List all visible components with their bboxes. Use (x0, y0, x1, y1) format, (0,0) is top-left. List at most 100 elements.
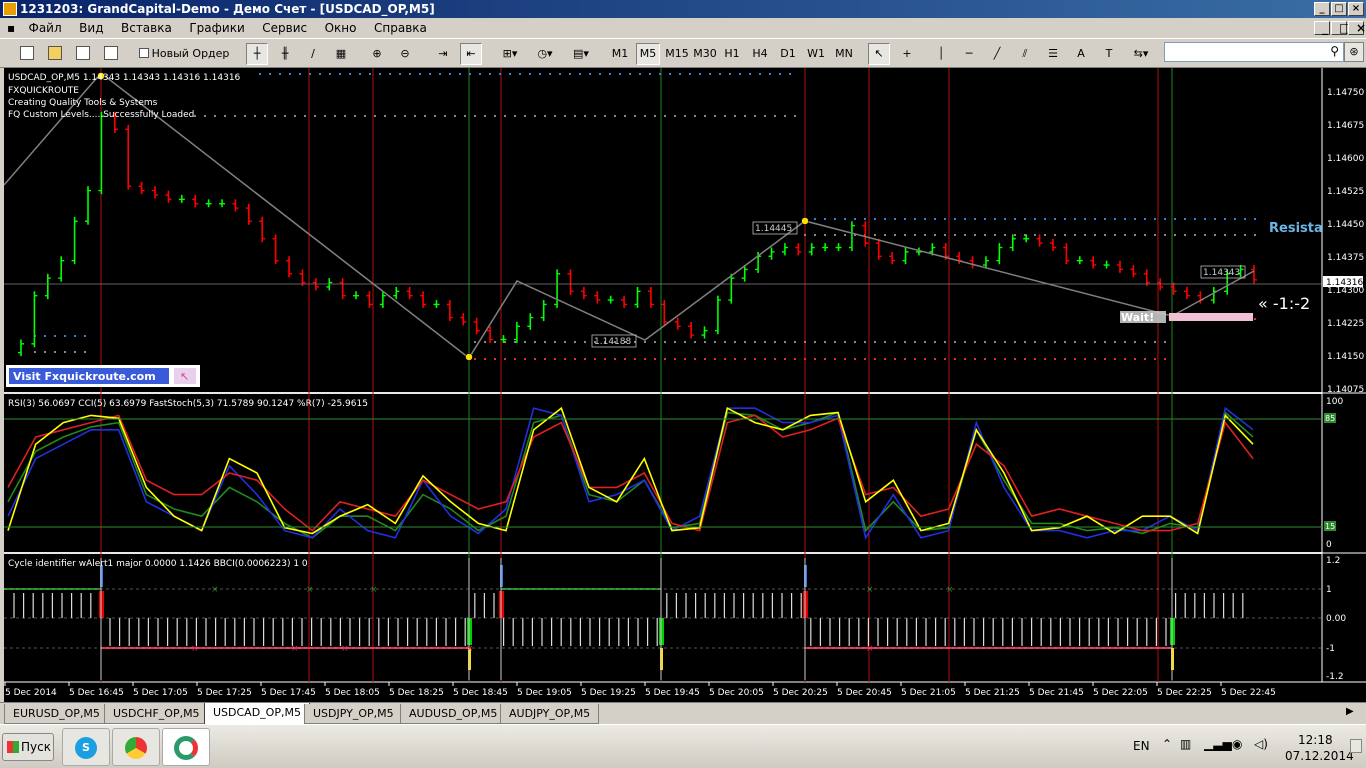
level-dot (914, 218, 916, 220)
skype-taskbar-button[interactable]: S (62, 728, 110, 766)
zoom-out-icon[interactable]: ⊖ (394, 43, 416, 65)
doc-icon[interactable]: ▪ (0, 18, 18, 38)
close-button[interactable]: × (1348, 2, 1364, 16)
signal-icon[interactable]: ▁▃▅ (1204, 737, 1232, 751)
tf-w1[interactable]: W1 (804, 43, 828, 65)
level-dot (579, 73, 581, 75)
clock-date[interactable]: 07.12.2014 (1285, 749, 1354, 763)
visit-fxquickroute-button[interactable]: Visit Fxquickroute.com ↖ (6, 365, 200, 387)
tf-h1[interactable]: H1 (720, 43, 744, 65)
level-dot (504, 115, 506, 117)
menu-help[interactable]: Справка (367, 18, 434, 38)
zoom-in-icon[interactable]: ⊕ (366, 43, 388, 65)
tab-usdchf[interactable]: USDCHF_OP,M5 (104, 704, 209, 724)
level-dot (54, 351, 56, 353)
menu-file[interactable]: Файл (22, 18, 69, 38)
maximize-button[interactable]: □ (1331, 2, 1347, 16)
indicators-icon[interactable]: ⊞▾ (496, 43, 524, 65)
level-dot (84, 335, 86, 337)
level-dot (874, 218, 876, 220)
market-watch-icon[interactable] (72, 43, 94, 65)
start-button[interactable]: Пуск (2, 733, 54, 761)
text-icon[interactable]: A (1070, 43, 1092, 65)
metatrader-taskbar-button[interactable] (162, 728, 210, 766)
bar-chart-icon[interactable]: ┼ (246, 43, 268, 65)
level-dot (1024, 218, 1026, 220)
tray-expand-icon[interactable]: ⌃ (1162, 737, 1172, 751)
horizontal-line-icon[interactable]: ─ (958, 43, 980, 65)
menu-tools[interactable]: Сервис (255, 18, 314, 38)
trendline-icon[interactable]: ╱ (986, 43, 1008, 65)
community-icon[interactable]: ⊛ (1344, 42, 1364, 62)
level-dot (279, 73, 281, 75)
chrome-taskbar-button[interactable] (112, 728, 160, 766)
level-dot (544, 358, 546, 360)
level-dot (74, 351, 76, 353)
tf-mn[interactable]: MN (832, 43, 856, 65)
menu-window[interactable]: Окно (318, 18, 364, 38)
tab-usdjpy[interactable]: USDJPY_OP,M5 (304, 704, 403, 724)
tf-m15[interactable]: M15 (664, 43, 690, 65)
menu-view[interactable]: Вид (72, 18, 110, 38)
language-indicator[interactable]: EN (1133, 739, 1150, 753)
show-desktop-button[interactable] (1350, 739, 1362, 753)
navigator-icon[interactable] (100, 43, 122, 65)
level-dot (1074, 358, 1076, 360)
tab-scroll-right-icon[interactable]: ▶ (1346, 706, 1354, 717)
tf-m1[interactable]: M1 (608, 43, 632, 65)
menu-charts[interactable]: Графики (182, 18, 251, 38)
tile-windows-icon[interactable]: ▦ (330, 43, 352, 65)
level-dot (504, 341, 506, 343)
level-dot (44, 351, 46, 353)
level-dot (1104, 341, 1106, 343)
templates-icon[interactable]: ▤▾ (566, 43, 596, 65)
time-label: 5 Dec 18:05 (325, 688, 380, 698)
search-icon[interactable]: ⚲ (1330, 44, 1339, 58)
level-dot (1004, 218, 1006, 220)
cursor-icon[interactable]: ↖ (868, 43, 890, 65)
vertical-line-icon[interactable]: │ (930, 43, 952, 65)
child-minimize-button[interactable]: _ (1314, 21, 1330, 35)
new-order-button[interactable]: Новый Ордер (134, 43, 234, 65)
tf-m30[interactable]: M30 (692, 43, 718, 65)
tab-audusd[interactable]: AUDUSD_OP,M5 (400, 704, 507, 724)
crosshair-icon[interactable]: + (896, 43, 918, 65)
network-icon[interactable]: ▥ (1180, 737, 1191, 751)
time-label: 5 Dec 17:45 (261, 688, 316, 698)
chart-shift-icon[interactable]: ⇤ (460, 43, 482, 65)
child-restore-button[interactable]: □ (1331, 21, 1350, 35)
autoscroll-icon[interactable]: ⇥ (432, 43, 454, 65)
candle-chart-icon[interactable]: ╫ (274, 43, 296, 65)
level-dot (654, 115, 656, 117)
chart-canvas[interactable]: × × × × × × × × × × 1.14750 1.14675 1.14600 1.145… (4, 68, 1366, 702)
profiles-icon[interactable] (44, 43, 66, 65)
level-dot (714, 341, 716, 343)
tf-d1[interactable]: D1 (776, 43, 800, 65)
arrows-icon[interactable]: ⇆▾ (1126, 43, 1156, 65)
level-dot (224, 115, 226, 117)
minimize-button[interactable]: _ (1314, 2, 1330, 16)
cycle-x-red: × (866, 644, 874, 654)
tf-m5[interactable]: M5 (636, 43, 660, 65)
search-input[interactable]: ⚲ (1164, 42, 1344, 62)
level-dot (514, 341, 516, 343)
menu-insert[interactable]: Вставка (114, 18, 179, 38)
level-dot (1154, 234, 1156, 236)
tab-eurusd[interactable]: EURUSD_OP,M5 (4, 704, 109, 724)
fibo-icon[interactable]: ☰ (1042, 43, 1064, 65)
volume-icon[interactable]: ◁) (1254, 737, 1268, 751)
tf-h4[interactable]: H4 (748, 43, 772, 65)
tab-usdcad[interactable]: USDCAD_OP,M5 (204, 703, 310, 725)
level-dot (1094, 358, 1096, 360)
clock-time[interactable]: 12:18 (1298, 733, 1333, 747)
level-dot (704, 115, 706, 117)
level-dot (824, 234, 826, 236)
line-chart-icon[interactable]: ∕ (302, 43, 324, 65)
new-chart-icon[interactable] (16, 43, 38, 65)
tab-audjpy[interactable]: AUDJPY_OP,M5 (500, 704, 600, 724)
child-close-button[interactable]: × (1348, 21, 1366, 35)
text-label-icon[interactable]: T (1098, 43, 1120, 65)
periods-icon[interactable]: ◷▾ (530, 43, 560, 65)
channel-icon[interactable]: ⫽ (1014, 43, 1036, 65)
antivirus-icon[interactable]: ◉ (1232, 737, 1242, 751)
